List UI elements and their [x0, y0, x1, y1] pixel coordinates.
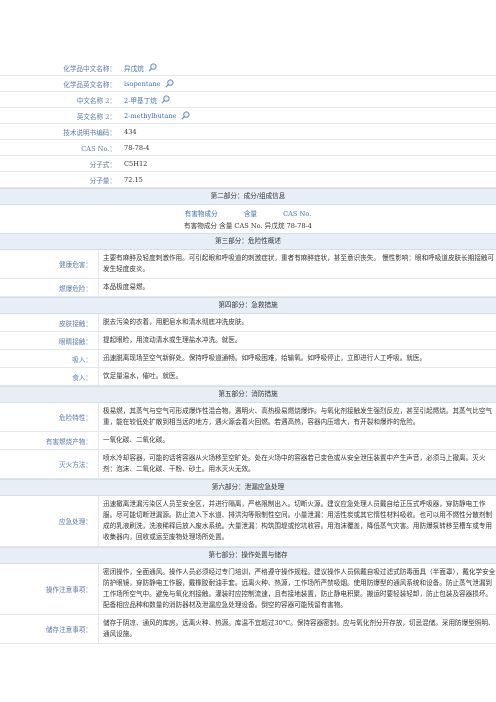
row-label: 健康危害：	[59, 261, 92, 269]
field-value: 434	[124, 128, 496, 136]
row-label: 应急处理：	[59, 518, 92, 526]
basic-row: 技术说明书编码： 434	[0, 124, 496, 140]
search-icon[interactable]	[161, 95, 170, 104]
field-label: 化学品中文名称：	[63, 64, 116, 73]
search-icon[interactable]	[148, 63, 157, 72]
basic-row: 分子式： C5H12	[0, 156, 496, 172]
row-text: 密闭操作，全面通风。操作人员必须经过专门培训，严格遵守操作规程。建议操作人员佩戴…	[98, 564, 496, 614]
section-row: 灭火方法： 喷水冷却容器，可能的话将容器从火场移至空旷处。处在火场中的容器若已变色…	[0, 450, 496, 479]
field-label: 分子量：	[89, 176, 116, 185]
field-label: 中文名称 2：	[76, 96, 116, 105]
field-value[interactable]: 2-甲基丁烷	[124, 95, 496, 105]
row-label: 眼睛接触：	[59, 337, 92, 346]
basic-row: 化学品中文名称： 异戊烷	[0, 60, 496, 76]
field-value-text: 78-78-4	[124, 143, 150, 152]
search-icon[interactable]	[165, 79, 174, 88]
field-value-text: 72.15	[124, 175, 143, 184]
header-content: 含量	[243, 210, 257, 218]
section-title-part6: 第六部分：泄漏应急处理	[0, 479, 496, 496]
row-text: 迅速撤离泄漏污染区人员至安全区，并进行隔离，严格限制出入。切断火源。建议应急处理…	[98, 496, 496, 546]
row-text: 本品极度易燃。	[98, 279, 496, 296]
section-row: 健康危害： 主要有麻醉及轻度刺激作用。可引起眼和呼吸道的刺激症状，重者有麻醉症状，…	[0, 250, 496, 279]
field-value-text: C5H12	[124, 159, 148, 168]
row-label: 有害燃烧产物：	[45, 437, 92, 446]
basic-row: CAS No.： 78-78-4	[0, 140, 496, 156]
row-text: 脱去污染的衣着，用肥皂水和清水彻底冲洗皮肤。	[98, 314, 496, 331]
row-label: 吸入：	[72, 355, 92, 364]
msds-sheet: 化学品中文名称： 异戊烷 化学品英文名称： isopentane 中文名称 2： 2-甲基…	[0, 60, 496, 644]
field-value-text[interactable]: 2-methylbutane	[124, 112, 177, 120]
section-title-part7: 第七部分：操作处置与储存	[0, 547, 496, 564]
field-value-text[interactable]: 2-甲基丁烷	[124, 95, 157, 105]
part3: 第三部分：危险性概述健康危害： 主要有麻醉及轻度刺激作用。可引起眼和呼吸道的刺激症…	[0, 233, 496, 297]
basic-row: 中文名称 2： 2-甲基丁烷	[0, 92, 496, 108]
basic-row: 分子量： 72.15	[0, 172, 496, 188]
composition-row: 有害物成分 含量 CAS No. 异戊烷 78-78-4	[184, 222, 312, 230]
section-row: 眼睛接触： 提起眼睑，用流动清水或生理盐水冲洗。就医。	[0, 332, 496, 350]
section-row: 食入： 饮足量温水，催吐。就医。	[0, 368, 496, 386]
field-value: 78-78-4	[124, 144, 496, 152]
field-label: 技术说明书编码：	[63, 128, 116, 137]
row-text: 一氧化碳、二氧化碳。	[98, 432, 496, 449]
part4: 第四部分：急救措施皮肤接触： 脱去污染的衣着，用肥皂水和清水彻底冲洗皮肤。 眼睛接触…	[0, 297, 496, 386]
field-value-text[interactable]: 异戊烷	[124, 63, 144, 73]
row-text: 饮足量温水，催吐。就医。	[98, 368, 496, 385]
section-title-part5: 第五部分：消防措施	[0, 386, 496, 403]
field-value: 72.15	[124, 176, 496, 184]
field-value[interactable]: 异戊烷	[124, 63, 496, 73]
field-value[interactable]: 2-methylbutane	[124, 111, 496, 120]
search-icon[interactable]	[180, 111, 190, 120]
row-label: 操作注意事项：	[45, 586, 92, 594]
section-row: 储存注意事项： 储存于阴凉、通风的库房。远离火种、热源。库温不宜超过30℃。保持容…	[0, 615, 496, 644]
row-label: 储存注意事项：	[45, 626, 92, 634]
row-text: 喷水冷却容器，可能的话将容器从火场移至空旷处。处在火场中的容器若已变色或从安全泄…	[98, 450, 496, 478]
row-text: 储存于阴凉、通风的库房。远离火种、热源。库温不宜超过30℃。保持容器密封。应与氧…	[98, 615, 496, 643]
row-text: 提起眼睑，用流动清水或生理盐水冲洗。就医。	[98, 332, 496, 349]
part7: 第七部分：操作处置与储存操作注意事项： 密闭操作，全面通风。操作人员必须经过专门培…	[0, 547, 496, 644]
field-value[interactable]: isopentane	[124, 79, 496, 88]
row-label: 危险特性：	[59, 414, 92, 422]
field-value: C5H12	[124, 160, 496, 168]
row-text: 极易燃，其蒸气与空气可形成爆炸性混合物，遇明火、高热极易燃烧爆炸。与氧化剂接触发…	[98, 403, 496, 431]
row-text: 迅速脱离现场至空气新鲜处。保持呼吸道通畅。如呼吸困难，给输氧。如呼吸停止，立即进…	[98, 350, 496, 367]
section-title-part3: 第三部分：危险性概述	[0, 233, 496, 250]
composition-header: 有害物成分 含量 CAS No.	[0, 205, 496, 220]
field-label: 分子式：	[89, 160, 116, 169]
section-title-part4: 第四部分：急救措施	[0, 297, 496, 314]
basic-row: 英文名称 2： 2-methylbutane	[0, 108, 496, 124]
field-value-text: 434	[124, 127, 137, 136]
section-row: 危险特性： 极易燃，其蒸气与空气可形成爆炸性混合物，遇明火、高热极易燃烧爆炸。与氧…	[0, 403, 496, 432]
row-label: 食入：	[72, 373, 92, 382]
section-title-part2: 第二部分：成分/组成信息	[0, 188, 496, 205]
section-row: 有害燃烧产物： 一氧化碳、二氧化碳。	[0, 432, 496, 450]
row-label: 燃爆危险：	[59, 284, 92, 293]
section-row: 吸入： 迅速脱离现场至空气新鲜处。保持呼吸道通畅。如呼吸困难，给输氧。如呼吸停止，…	[0, 350, 496, 368]
row-label: 灭火方法：	[59, 461, 92, 469]
section-row: 操作注意事项： 密闭操作，全面通风。操作人员必须经过专门培训，严格遵守操作规程。建…	[0, 564, 496, 615]
header-hazardous-component: 有害物成分	[184, 210, 218, 218]
header-cas: CAS No.	[283, 210, 312, 218]
basic-row: 化学品英文名称： isopentane	[0, 76, 496, 92]
basic-info-table: 化学品中文名称： 异戊烷 化学品英文名称： isopentane 中文名称 2： 2-甲基…	[0, 60, 496, 188]
part6: 第六部分：泄漏应急处理应急处理： 迅速撤离泄漏污染区人员至安全区，并进行隔离，严格…	[0, 479, 496, 547]
row-label: 皮肤接触：	[59, 319, 92, 328]
section-row: 燃爆危险： 本品极度易燃。	[0, 279, 496, 297]
row-text: 主要有麻醉及轻度刺激作用。可引起眼和呼吸道的刺激症状，重者有麻醉症状，甚至意识丧…	[98, 250, 496, 278]
field-label: 英文名称 2：	[76, 112, 116, 121]
field-label: 化学品英文名称：	[63, 80, 116, 89]
section-row: 皮肤接触： 脱去污染的衣着，用肥皂水和清水彻底冲洗皮肤。	[0, 314, 496, 332]
field-value-text[interactable]: isopentane	[124, 80, 161, 88]
section-row: 应急处理： 迅速撤离泄漏污染区人员至安全区，并进行隔离，严格限制出入。切断火源。建…	[0, 496, 496, 547]
part5: 第五部分：消防措施危险特性： 极易燃，其蒸气与空气可形成爆炸性混合物，遇明火、高热…	[0, 386, 496, 479]
field-label: CAS No.：	[81, 144, 116, 153]
